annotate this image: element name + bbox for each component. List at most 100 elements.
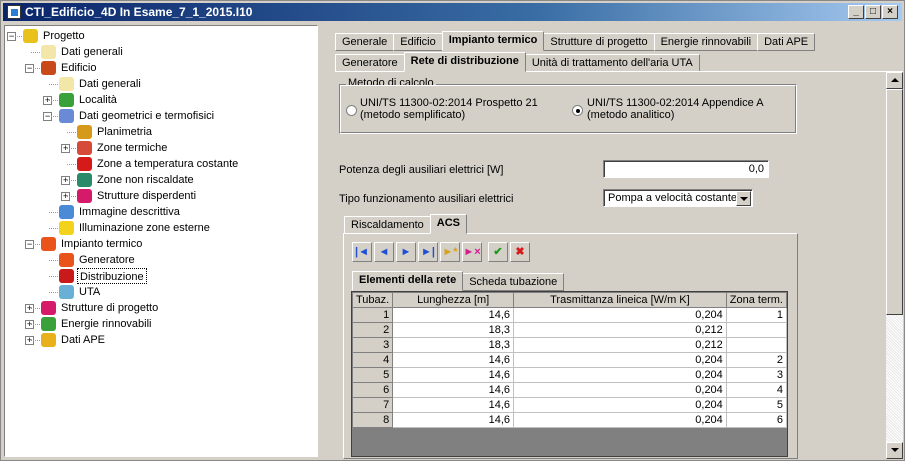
method-analytic-label[interactable]: UNI/TS 11300-02:2014 Appendice A (metodo… [587, 97, 764, 121]
table-cell[interactable]: 5 [725, 397, 788, 413]
project-tree[interactable]: − Progetto Dati generali − Edificio Dati gene… [4, 25, 318, 457]
tree-item[interactable]: Dati APE [59, 332, 107, 348]
scroll-up-icon[interactable] [886, 72, 903, 89]
table-cell[interactable]: 14,6 [392, 307, 515, 323]
tab-sub-2[interactable]: Unità di trattamento dell'aria UTA [524, 54, 700, 72]
tab-service-0[interactable]: Riscaldamento [344, 216, 431, 234]
table-cell[interactable]: 18,3 [392, 337, 515, 353]
table-cell[interactable]: 0,204 [513, 307, 727, 323]
tree-item[interactable]: Illuminazione zone esterne [77, 220, 212, 236]
tree-item[interactable]: Zone non riscaldate [95, 172, 196, 188]
row-number-cell[interactable]: 5 [351, 367, 394, 383]
row-number-cell[interactable]: 1 [351, 307, 394, 323]
tree-item[interactable]: Dati geometrici e termofisici [77, 108, 216, 124]
tree-item[interactable]: Dati generali [59, 44, 125, 60]
tree-item[interactable]: Dati generali [77, 76, 143, 92]
table-cell[interactable]: 4 [725, 382, 788, 398]
column-header[interactable]: Tubaz. [351, 292, 394, 308]
delete-record-icon[interactable]: ►× [462, 242, 482, 262]
table-cell[interactable]: 0,212 [513, 337, 727, 353]
method-simplified-label[interactable]: UNI/TS 11300-02:2014 Prospetto 21 (metod… [360, 97, 538, 121]
tab-sub-0[interactable]: Generatore [335, 54, 405, 72]
vertical-scrollbar[interactable] [886, 72, 903, 459]
table-row[interactable]: 1 14,6 0,204 1 [351, 307, 788, 323]
table-cell[interactable]: 0,204 [513, 412, 727, 428]
table-row[interactable]: 4 14,6 0,204 2 [351, 352, 788, 368]
table-cell[interactable]: 14,6 [392, 412, 515, 428]
table-cell[interactable] [725, 337, 788, 353]
table-cell[interactable]: 0,204 [513, 382, 727, 398]
table-row[interactable]: 8 14,6 0,204 6 [351, 412, 788, 428]
close-button[interactable]: × [882, 5, 898, 19]
table-row[interactable]: 6 14,6 0,204 4 [351, 382, 788, 398]
table-cell[interactable]: 2 [725, 352, 788, 368]
tree-item[interactable]: Strutture disperdenti [95, 188, 198, 204]
tree-item[interactable]: Edificio [59, 60, 98, 76]
next-record-icon[interactable]: ► [396, 242, 416, 262]
confirm-icon[interactable]: ✔ [488, 242, 508, 262]
tree-item[interactable]: Impianto termico [59, 236, 144, 252]
tab-grid-1[interactable]: Scheda tubazione [462, 273, 565, 291]
table-cell[interactable]: 14,6 [392, 367, 515, 383]
method-simplified-radio[interactable] [346, 105, 357, 116]
tab-service-1[interactable]: ACS [429, 214, 467, 234]
tab-grid-0[interactable]: Elementi della rete [352, 271, 464, 291]
tree-item[interactable]: Zone termiche [95, 140, 169, 156]
title-bar[interactable]: CTI_Edificio_4D In Esame_7_1_2015.I10 _ … [3, 3, 902, 21]
scroll-down-icon[interactable] [886, 442, 903, 459]
column-header[interactable]: Trasmittanza lineica [W/m K] [513, 292, 727, 308]
tree-item[interactable]: Strutture di progetto [59, 300, 160, 316]
last-record-icon[interactable]: ►| [418, 242, 438, 262]
tab-sub-1[interactable]: Rete di distribuzione [403, 52, 526, 72]
row-number-cell[interactable]: 4 [351, 352, 394, 368]
first-record-icon[interactable]: |◄ [352, 242, 372, 262]
insert-record-icon[interactable]: ►* [440, 242, 460, 262]
aux-mode-select[interactable]: Pompa a velocità costante [603, 189, 753, 207]
prev-record-icon[interactable]: ◄ [374, 242, 394, 262]
minimize-button[interactable]: _ [848, 5, 864, 19]
table-cell[interactable]: 14,6 [392, 397, 515, 413]
table-cell[interactable]: 14,6 [392, 382, 515, 398]
column-header[interactable]: Lunghezza [m] [392, 292, 515, 308]
table-cell[interactable]: 14,6 [392, 352, 515, 368]
table-row[interactable]: 3 18,3 0,212 [351, 337, 788, 353]
row-number-cell[interactable]: 8 [351, 412, 394, 428]
tab-main-0[interactable]: Generale [335, 33, 395, 51]
table-cell[interactable]: 6 [725, 412, 788, 428]
tree-item[interactable]: Località [77, 92, 119, 108]
row-number-cell[interactable]: 2 [351, 322, 394, 338]
tab-main-3[interactable]: Strutture di progetto [543, 33, 655, 51]
scroll-thumb[interactable] [886, 89, 903, 315]
tree-item[interactable]: Immagine descrittiva [77, 204, 182, 220]
method-analytic-radio[interactable] [572, 105, 583, 116]
tree-item[interactable]: Distribuzione [77, 268, 147, 284]
table-cell[interactable] [725, 322, 788, 338]
table-cell[interactable]: 3 [725, 367, 788, 383]
column-header[interactable]: Zona term. [725, 292, 788, 308]
row-number-cell[interactable]: 6 [351, 382, 394, 398]
pane-splitter[interactable] [320, 23, 325, 460]
row-number-cell[interactable]: 3 [351, 337, 394, 353]
tree-item[interactable]: UTA [77, 284, 102, 300]
maximize-button[interactable]: □ [865, 5, 881, 19]
table-cell[interactable]: 0,212 [513, 322, 727, 338]
cancel-icon[interactable]: ✖ [510, 242, 530, 262]
chevron-down-icon[interactable] [736, 191, 751, 206]
tree-item[interactable]: Generatore [77, 252, 137, 268]
row-number-cell[interactable]: 7 [351, 397, 394, 413]
table-cell[interactable]: 1 [725, 307, 788, 323]
tab-main-4[interactable]: Energie rinnovabili [653, 33, 759, 51]
aux-power-input[interactable]: 0,0 [603, 160, 769, 178]
pipes-grid[interactable]: Tubaz. Lunghezza [m] Trasmittanza lineica … [351, 291, 788, 457]
table-cell[interactable]: 0,204 [513, 352, 727, 368]
table-row[interactable]: 7 14,6 0,204 5 [351, 397, 788, 413]
table-row[interactable]: 5 14,6 0,204 3 [351, 367, 788, 383]
tab-main-1[interactable]: Edificio [393, 33, 443, 51]
tab-main-5[interactable]: Dati APE [757, 33, 816, 51]
table-row[interactable]: 2 18,3 0,212 [351, 322, 788, 338]
tree-item[interactable]: Zone a temperatura costante [95, 156, 240, 172]
tree-item[interactable]: Planimetria [95, 124, 154, 140]
table-cell[interactable]: 0,204 [513, 397, 727, 413]
tree-item[interactable]: Progetto [41, 28, 87, 44]
tree-item[interactable]: Energie rinnovabili [59, 316, 154, 332]
